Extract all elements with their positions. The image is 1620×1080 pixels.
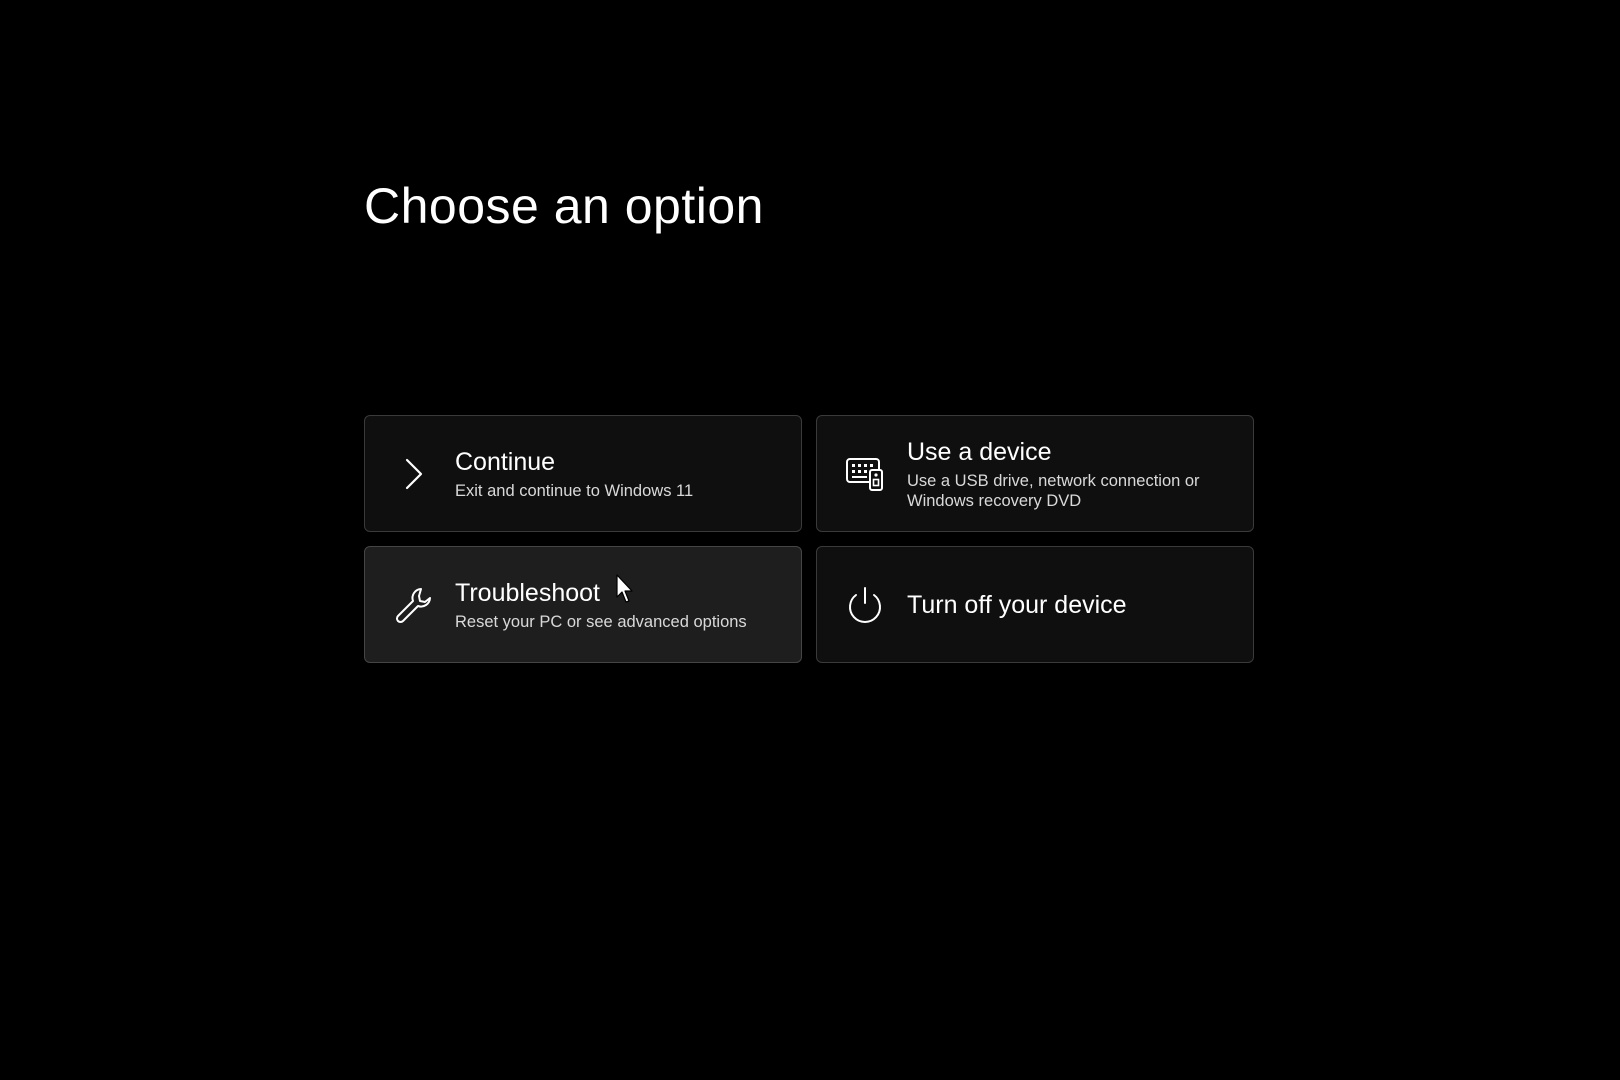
- troubleshoot-text: Troubleshoot Reset your PC or see advanc…: [455, 547, 783, 662]
- continue-option[interactable]: Continue Exit and continue to Windows 11: [364, 415, 802, 532]
- page-title: Choose an option: [364, 178, 764, 234]
- chevron-right-icon: [391, 452, 435, 496]
- use-a-device-text: Use a device Use a USB drive, network co…: [907, 416, 1235, 531]
- use-a-device-option[interactable]: Use a device Use a USB drive, network co…: [816, 415, 1254, 532]
- device-icon: [843, 452, 887, 496]
- recovery-screen: Choose an option Continue Exit and conti…: [0, 0, 1620, 1080]
- wrench-icon: [391, 583, 435, 627]
- continue-title: Continue: [455, 447, 556, 476]
- turn-off-title: Turn off your device: [907, 590, 1127, 619]
- use-a-device-title: Use a device: [907, 437, 1052, 466]
- use-a-device-description: Use a USB drive, network connection or W…: [907, 471, 1200, 510]
- power-icon: [843, 583, 887, 627]
- turn-off-text: Turn off your device: [907, 547, 1235, 662]
- continue-description: Exit and continue to Windows 11: [455, 481, 694, 500]
- mouse-pointer-icon: [616, 574, 633, 603]
- continue-text: Continue Exit and continue to Windows 11: [455, 416, 783, 531]
- troubleshoot-option[interactable]: Troubleshoot Reset your PC or see advanc…: [364, 546, 802, 663]
- turn-off-option[interactable]: Turn off your device: [816, 546, 1254, 663]
- troubleshoot-description: Reset your PC or see advanced options: [455, 612, 747, 631]
